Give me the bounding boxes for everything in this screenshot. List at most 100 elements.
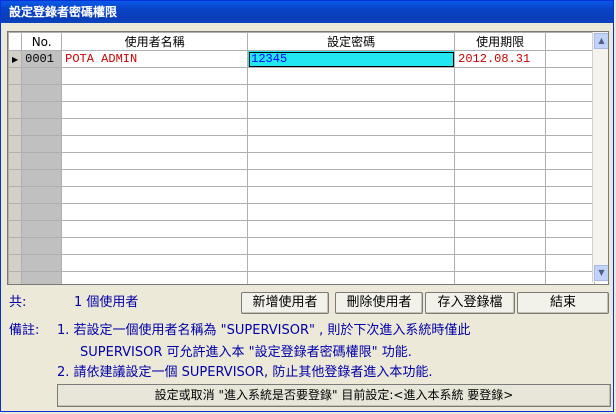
empty-cell[interactable] (545, 220, 596, 238)
empty-cell[interactable] (545, 84, 596, 102)
empty-cell[interactable] (61, 186, 249, 204)
empty-row[interactable] (8, 254, 596, 272)
empty-cell[interactable] (21, 220, 63, 238)
empty-cell[interactable] (8, 186, 23, 204)
empty-cell[interactable] (21, 67, 63, 85)
col-header-password[interactable]: 設定密碼 (247, 32, 456, 51)
empty-row[interactable] (8, 186, 596, 204)
empty-cell[interactable] (21, 152, 63, 170)
empty-cell[interactable] (61, 67, 249, 85)
empty-cell[interactable] (247, 237, 456, 255)
empty-row[interactable] (8, 169, 596, 187)
empty-cell[interactable] (454, 220, 547, 238)
empty-cell[interactable] (61, 169, 249, 187)
empty-cell[interactable] (247, 254, 456, 272)
empty-row[interactable] (8, 84, 596, 102)
delete-user-button[interactable]: 刪除使用者 (335, 292, 423, 314)
empty-cell[interactable] (545, 254, 596, 272)
empty-cell[interactable] (454, 101, 547, 119)
toggle-login-required-button[interactable]: 設定或取消 "進入系統是否要登錄" 目前設定:<進入本系統 要登錄> (57, 384, 611, 407)
empty-cell[interactable] (247, 84, 456, 102)
empty-cell[interactable] (454, 118, 547, 136)
empty-cell[interactable] (8, 169, 23, 187)
user-grid[interactable]: No. 使用者名稱 設定密碼 使用期限 ▶ 0001 POTA ADMIN 12… (7, 31, 609, 285)
empty-cell[interactable] (454, 203, 547, 221)
empty-cell[interactable] (454, 186, 547, 204)
cell-password[interactable]: 12345 (247, 50, 456, 68)
empty-cell[interactable] (21, 203, 63, 221)
empty-cell[interactable] (247, 203, 456, 221)
empty-cell[interactable] (21, 118, 63, 136)
empty-cell[interactable] (21, 169, 63, 187)
empty-cell[interactable] (61, 135, 249, 153)
empty-cell[interactable] (61, 84, 249, 102)
empty-cell[interactable] (454, 67, 547, 85)
empty-cell[interactable] (454, 135, 547, 153)
empty-cell[interactable] (545, 237, 596, 255)
empty-cell[interactable] (61, 101, 249, 119)
empty-cell[interactable] (545, 152, 596, 170)
empty-cell[interactable] (454, 271, 547, 284)
cell-username[interactable]: POTA ADMIN (61, 50, 249, 68)
empty-cell[interactable] (545, 203, 596, 221)
empty-cell[interactable] (61, 118, 249, 136)
empty-cell[interactable] (61, 271, 249, 284)
empty-cell[interactable] (8, 203, 23, 221)
empty-row[interactable] (8, 118, 596, 136)
empty-cell[interactable] (454, 237, 547, 255)
scroll-up-icon[interactable]: ▲ (594, 33, 608, 49)
empty-cell[interactable] (545, 101, 596, 119)
save-login-file-button[interactable]: 存入登錄檔 (425, 292, 515, 314)
empty-cell[interactable] (247, 135, 456, 153)
empty-cell[interactable] (545, 271, 596, 284)
cell-no[interactable]: 0001 (21, 50, 63, 68)
empty-cell[interactable] (61, 220, 249, 238)
empty-cell[interactable] (21, 101, 63, 119)
empty-row[interactable] (8, 101, 596, 119)
empty-cell[interactable] (247, 152, 456, 170)
close-button[interactable]: 結束 (517, 292, 609, 314)
empty-cell[interactable] (247, 101, 456, 119)
empty-cell[interactable] (21, 237, 63, 255)
empty-cell[interactable] (247, 118, 456, 136)
empty-cell[interactable] (247, 271, 456, 284)
row-indicator-icon[interactable]: ▶ (8, 50, 23, 68)
empty-cell[interactable] (8, 84, 23, 102)
empty-cell[interactable] (247, 186, 456, 204)
empty-row[interactable] (8, 203, 596, 221)
empty-cell[interactable] (545, 169, 596, 187)
col-header-expiry[interactable]: 使用期限 (454, 32, 547, 51)
empty-cell[interactable] (545, 118, 596, 136)
cell-expiry[interactable]: 2012.08.31 (454, 50, 547, 68)
table-row[interactable]: ▶ 0001 POTA ADMIN 12345 2012.08.31 (8, 50, 596, 68)
empty-row[interactable] (8, 237, 596, 255)
empty-cell[interactable] (545, 186, 596, 204)
empty-cell[interactable] (247, 169, 456, 187)
empty-cell[interactable] (61, 152, 249, 170)
scroll-down-icon[interactable]: ▼ (594, 265, 608, 281)
vertical-scrollbar[interactable]: ▲ ▼ (592, 32, 608, 282)
empty-cell[interactable] (8, 152, 23, 170)
cell-blank[interactable] (545, 50, 596, 68)
empty-cell[interactable] (545, 67, 596, 85)
empty-cell[interactable] (61, 237, 249, 255)
empty-cell[interactable] (21, 135, 63, 153)
empty-row[interactable] (8, 220, 596, 238)
empty-cell[interactable] (8, 135, 23, 153)
empty-row[interactable] (8, 152, 596, 170)
empty-row[interactable] (8, 135, 596, 153)
empty-cell[interactable] (8, 220, 23, 238)
empty-cell[interactable] (21, 186, 63, 204)
empty-cell[interactable] (454, 84, 547, 102)
empty-cell[interactable] (247, 220, 456, 238)
empty-cell[interactable] (454, 254, 547, 272)
empty-cell[interactable] (8, 237, 23, 255)
empty-cell[interactable] (247, 67, 456, 85)
empty-cell[interactable] (61, 203, 249, 221)
empty-cell[interactable] (8, 254, 23, 272)
empty-cell[interactable] (8, 67, 23, 85)
empty-cell[interactable] (8, 271, 23, 284)
empty-cell[interactable] (21, 254, 63, 272)
empty-cell[interactable] (21, 84, 63, 102)
col-header-no[interactable]: No. (21, 32, 63, 51)
